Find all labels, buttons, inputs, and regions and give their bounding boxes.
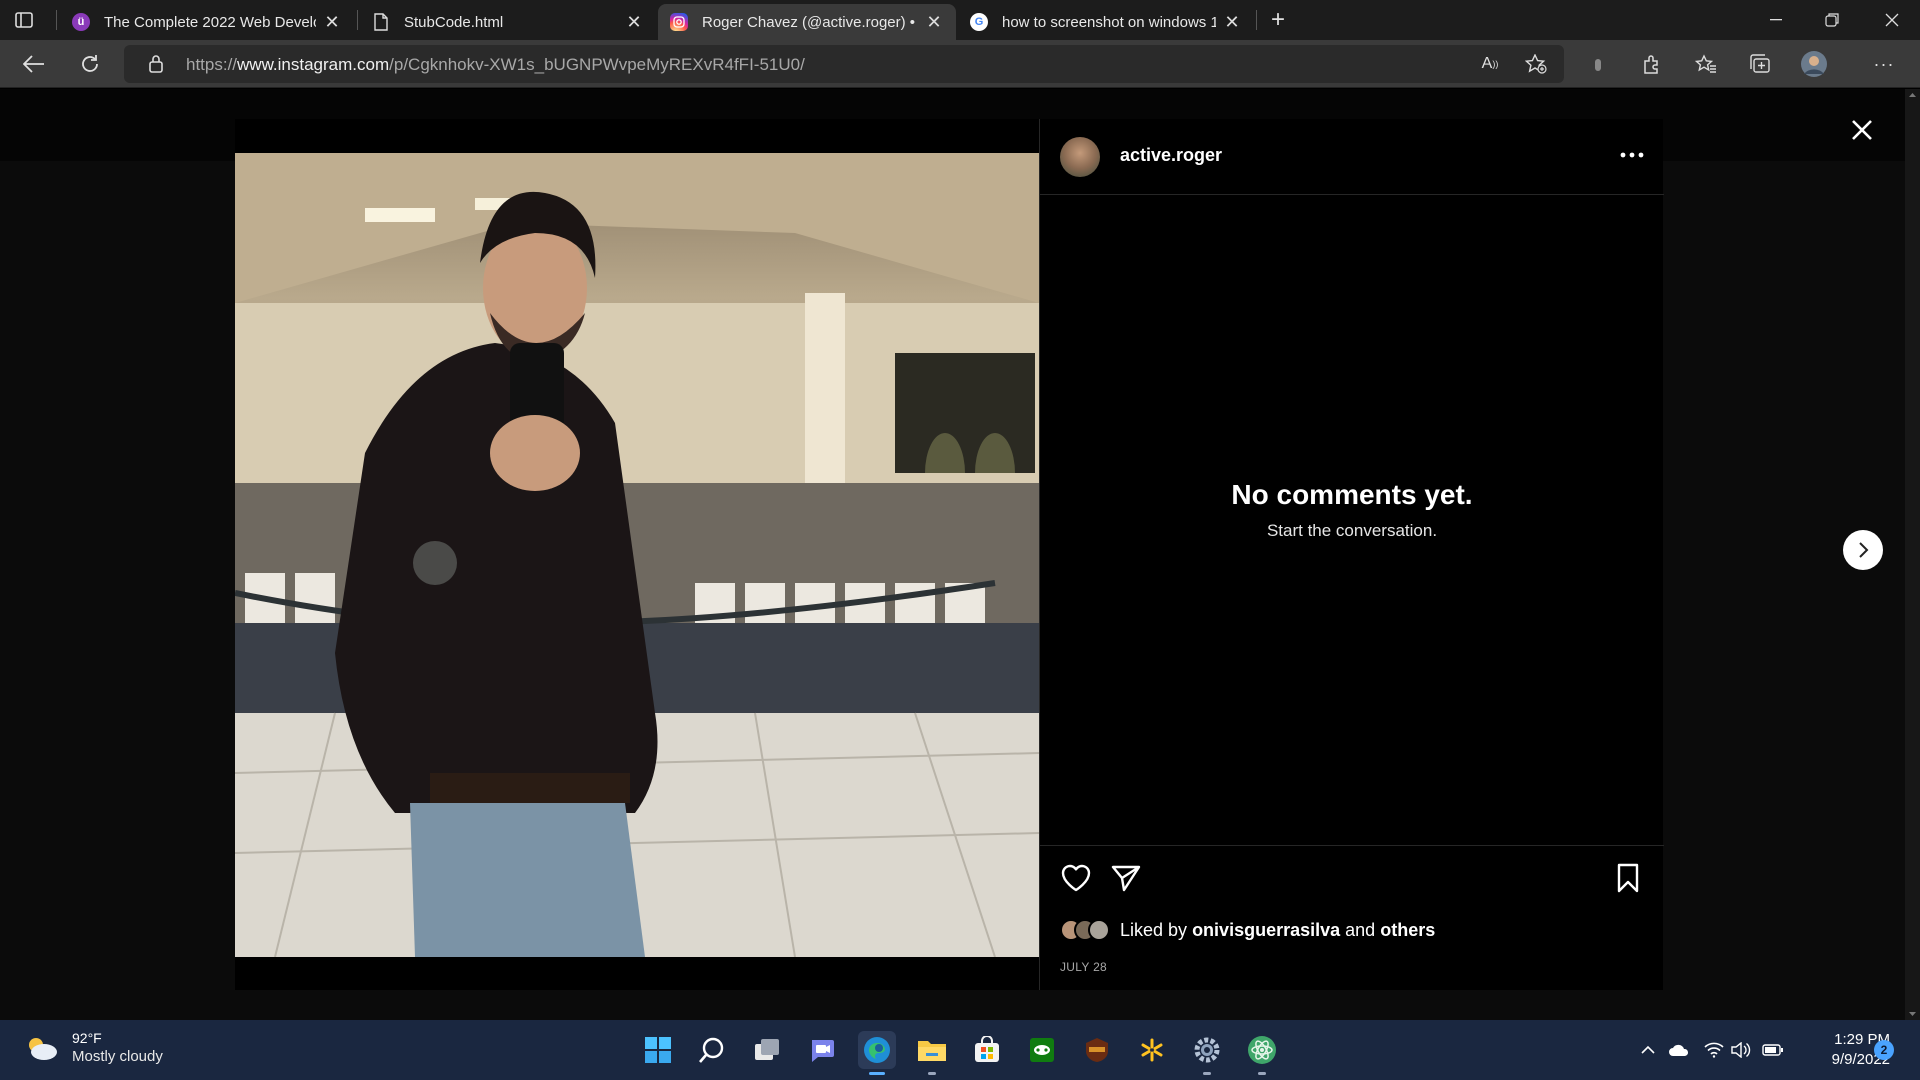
address-bar[interactable]: https://www.instagram.com/p/Cgknhokv-XW1… [124,45,1564,83]
windows-taskbar: 92°F Mostly cloudy 1:29 PM 9/9/2022 2 [0,1020,1920,1080]
google-icon: G [970,13,988,31]
post-actions-section: Liked by onivisguerrasilva and others JU… [1040,845,1664,990]
chevron-right-icon [1859,542,1869,558]
lock-icon[interactable] [140,48,172,80]
url-domain: www.instagram.com [237,55,390,74]
store-icon[interactable] [968,1031,1006,1069]
liked-by-user-link[interactable]: onivisguerrasilva [1192,920,1340,940]
show-hidden-icons-chevron-icon[interactable] [1637,1039,1659,1061]
teams-chat-icon[interactable] [803,1031,841,1069]
post-photo[interactable] [235,153,1039,958]
close-window-icon[interactable] [1864,0,1920,40]
tab-title: how to screenshot on windows 1 [1002,13,1216,31]
file-explorer-icon[interactable] [913,1031,951,1075]
running-app-indicator [1203,1072,1211,1075]
add-favorite-icon[interactable] [1520,48,1552,80]
search-icon[interactable] [693,1031,731,1069]
no-comments-title: No comments yet. [1231,479,1473,510]
udemy-icon: ü [72,13,90,31]
url-prefix: https:// [186,55,238,74]
task-view-icon[interactable] [748,1031,786,1069]
page-scrollbar[interactable] [1905,89,1920,1020]
tab-stubcode[interactable]: StubCode.html ✕ [360,4,656,40]
url-text[interactable]: https://www.instagram.com/p/Cgknhokv-XW1… [186,55,805,75]
post-photo-area [235,119,1039,990]
tab-instagram[interactable]: Roger Chavez (@active.roger) • I ✕ [658,4,956,40]
weather-condition: Mostly cloudy [72,1048,163,1065]
no-comments-subtitle: Start the conversation. [1266,521,1438,540]
browser-toolbar: https://www.instagram.com/p/Cgknhokv-XW1… [0,40,1920,88]
favorites-icon[interactable] [1690,48,1722,80]
onedrive-cloud-icon[interactable] [1668,1039,1690,1061]
read-aloud-icon[interactable]: A)) [1474,48,1506,80]
save-bookmark-icon[interactable] [1612,862,1646,896]
tab-title: StubCode.html [404,13,504,31]
back-icon[interactable] [18,48,50,80]
forge-icon[interactable] [1078,1031,1116,1069]
extension-icon[interactable] [1582,48,1614,80]
collections-icon[interactable] [1744,48,1776,80]
active-app-indicator [869,1072,885,1075]
notification-badge[interactable]: 2 [1874,1040,1894,1060]
file-icon [372,13,390,31]
tab-title: Roger Chavez (@active.roger) • I [702,13,918,31]
minimize-icon[interactable] [1748,0,1804,40]
liked-by-text: Liked by onivisguerrasilva and others [1120,920,1435,941]
tab-divider [56,10,57,30]
weather-widget[interactable]: 92°F Mostly cloudy [24,1030,163,1065]
share-send-icon[interactable] [1110,862,1144,896]
post-header: active.roger [1040,119,1664,195]
gamepass-icon[interactable] [1023,1031,1061,1069]
instagram-icon [670,13,688,31]
volume-icon[interactable] [1730,1039,1752,1061]
settings-more-icon[interactable]: ··· [1868,48,1900,80]
close-modal-icon[interactable] [1842,110,1882,150]
next-post-button[interactable] [1843,530,1883,570]
battery-icon[interactable] [1762,1039,1784,1061]
new-tab-icon[interactable]: + [1262,4,1294,36]
liked-by-row: Liked by onivisguerrasilva and others [1060,916,1435,944]
post-date[interactable]: JULY 28 [1060,960,1107,974]
tab-actions-icon[interactable] [8,4,40,36]
liked-by-others-link[interactable]: others [1380,920,1435,940]
post-details-panel: active.roger No comments yet. Start the … [1039,119,1664,990]
url-path: /p/Cgknhokv-XW1s_bUGNPWvpeMyREXvR4fFI-51… [389,55,805,74]
refresh-icon[interactable] [74,48,106,80]
browser-tab-strip: ü The Complete 2022 Web Develop ✕ StubCo… [0,0,1920,40]
close-tab-icon[interactable]: ✕ [624,12,644,33]
user-avatar[interactable] [1060,137,1100,177]
tab-title: The Complete 2022 Web Develop [104,13,316,31]
start-icon[interactable] [639,1031,677,1069]
profile-avatar[interactable] [1798,48,1830,80]
like-heart-icon[interactable] [1060,862,1094,896]
walmart-icon[interactable] [1133,1031,1171,1069]
instagram-page: active.roger No comments yet. Start the … [0,89,1920,1020]
liker-avatar[interactable] [1088,919,1110,941]
running-app-indicator [928,1072,936,1075]
post-modal: active.roger No comments yet. Start the … [235,119,1664,990]
username-link[interactable]: active.roger [1120,145,1222,166]
running-app-indicator [1258,1072,1266,1075]
close-tab-icon[interactable]: ✕ [924,12,944,33]
extensions-puzzle-icon[interactable] [1636,48,1668,80]
no-comments-message: No comments yet. Start the conversation. [1040,479,1664,541]
settings-icon[interactable] [1188,1031,1226,1075]
close-tab-icon[interactable]: ✕ [322,12,342,33]
liked-by-prefix: Liked by [1120,919,1188,940]
wifi-icon[interactable] [1703,1039,1725,1061]
tab-google[interactable]: G how to screenshot on windows 1 ✕ [958,4,1254,40]
weather-temperature: 92°F [72,1030,102,1046]
tab-udemy[interactable]: ü The Complete 2022 Web Develop ✕ [60,4,354,40]
close-tab-icon[interactable]: ✕ [1222,12,1242,33]
restore-icon[interactable] [1804,0,1860,40]
post-photo-illustration [235,153,1039,958]
edge-icon[interactable] [858,1031,896,1075]
more-options-icon[interactable] [1616,139,1648,171]
tab-divider [1256,10,1257,30]
atom-icon[interactable] [1243,1031,1281,1075]
tab-divider [357,10,358,30]
liked-by-and: and [1345,919,1376,940]
cloud-sun-icon [29,1037,57,1060]
